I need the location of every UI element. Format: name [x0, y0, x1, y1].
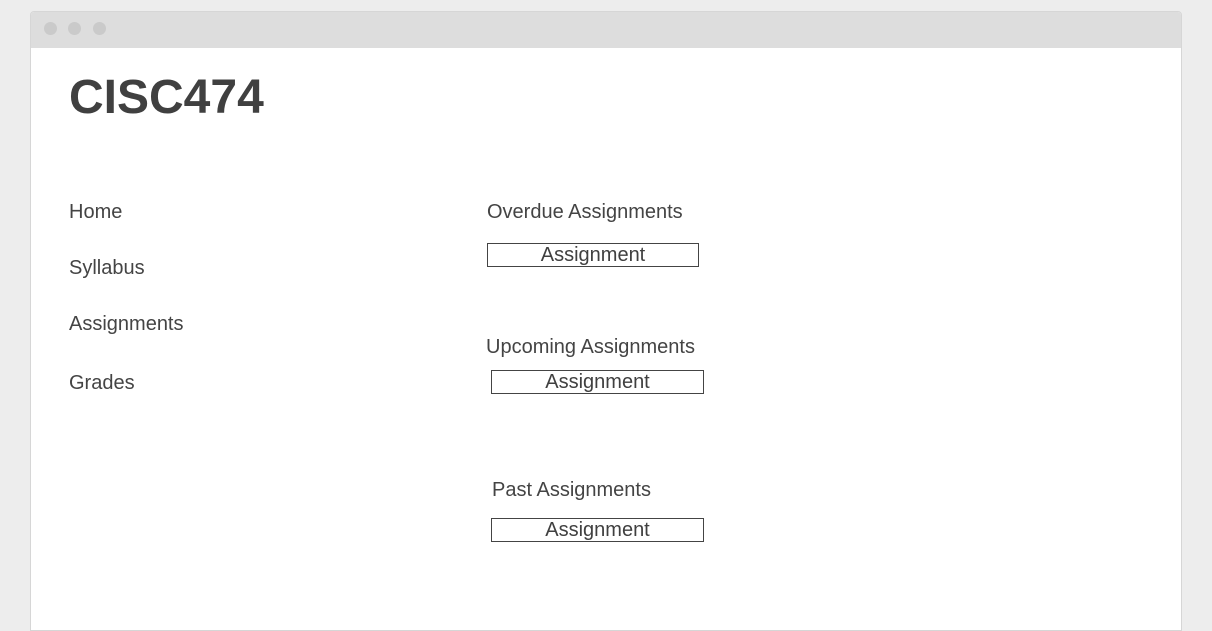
- window-control-dot[interactable]: [93, 22, 106, 35]
- nav-item-home[interactable]: Home: [69, 200, 122, 224]
- nav-item-grades[interactable]: Grades: [69, 371, 135, 395]
- nav-item-syllabus[interactable]: Syllabus: [69, 256, 145, 280]
- upcoming-assignments-heading: Upcoming Assignments: [486, 336, 695, 358]
- past-assignment-button[interactable]: Assignment: [491, 518, 704, 542]
- upcoming-assignment-button[interactable]: Assignment: [491, 370, 704, 394]
- window-control-dot[interactable]: [68, 22, 81, 35]
- overdue-assignment-button[interactable]: Assignment: [487, 243, 699, 267]
- window-control-dot[interactable]: [44, 22, 57, 35]
- past-assignments-heading: Past Assignments: [492, 479, 651, 501]
- browser-window: CISC474 Home Syllabus Assignments Grades…: [30, 11, 1182, 631]
- overdue-assignments-heading: Overdue Assignments: [487, 201, 683, 223]
- nav-item-assignments[interactable]: Assignments: [69, 312, 184, 336]
- window-titlebar: [31, 12, 1181, 48]
- page-title: CISC474: [69, 71, 264, 124]
